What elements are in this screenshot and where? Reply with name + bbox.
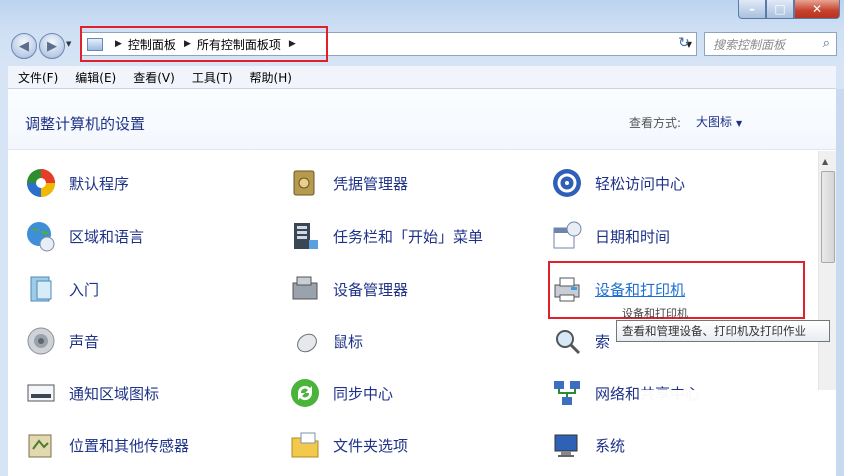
menu-file[interactable]: 文件(F) [18, 69, 58, 86]
item-location-sensors[interactable]: 位置和其他传感器 [25, 430, 189, 460]
item-label[interactable]: 日期和时间 [595, 226, 670, 247]
item-date-time[interactable]: 日期和时间 [551, 221, 670, 251]
item-label[interactable]: 默认程序 [69, 173, 129, 194]
item-label[interactable]: 任务栏和「开始」菜单 [333, 226, 483, 247]
address-bar[interactable]: ▶ 控制面板 ▶ 所有控制面板项 ▶ ▼ [80, 32, 697, 56]
item-mouse[interactable]: 鼠标 [289, 326, 363, 356]
view-by-value[interactable]: 大图标 [696, 115, 732, 129]
getting-started-icon [25, 273, 57, 305]
item-system[interactable]: 系统 [551, 430, 625, 460]
search-icon[interactable]: ⌕ [823, 36, 830, 51]
back-button[interactable]: ◀ [11, 33, 37, 59]
item-sync-center[interactable]: 同步中心 [289, 378, 393, 408]
item-getting-started[interactable]: 入门 [25, 274, 99, 304]
window-right-border [836, 89, 844, 476]
search-input[interactable] [711, 34, 815, 56]
breadcrumb-all-items[interactable]: 所有控制面板项 [197, 36, 281, 53]
minimize-button[interactable]: – [738, 0, 766, 19]
close-button[interactable]: ✕ [794, 0, 840, 19]
breadcrumb-control-panel[interactable]: 控制面板 [128, 36, 176, 53]
menu-view[interactable]: 查看(V) [133, 69, 175, 86]
item-taskbar-start-menu[interactable]: 任务栏和「开始」菜单 [289, 221, 483, 251]
tooltip: 查看和管理设备、打印机及打印作业 [616, 320, 830, 342]
control-panel-icon [87, 37, 103, 51]
item-label[interactable]: 凭据管理器 [333, 173, 408, 194]
notification-area-icon [25, 377, 57, 409]
control-panel-window: – □ ✕ ◀ ▶ ▼ ▶ 控制面板 ▶ 所有控制面板项 ▶ ▼ ↻ ⌕ 文件(… [0, 0, 844, 476]
item-label[interactable]: 入门 [69, 279, 99, 300]
menu-tools[interactable]: 工具(T) [192, 69, 233, 86]
item-region-language[interactable]: 区域和语言 [25, 220, 144, 252]
refresh-icon[interactable]: ↻ [674, 35, 694, 53]
item-label[interactable]: 文件夹选项 [333, 435, 408, 456]
sync-icon [289, 377, 321, 409]
menu-edit[interactable]: 编辑(E) [75, 69, 116, 86]
search-box[interactable]: ⌕ [704, 32, 837, 56]
printer-icon [551, 273, 583, 305]
item-credential-manager[interactable]: 凭据管理器 [289, 168, 408, 198]
device-manager-icon [289, 273, 321, 305]
menu-bar: 文件(F) 编辑(E) 查看(V) 工具(T) 帮助(H) [8, 66, 836, 89]
history-dropdown-icon[interactable]: ▼ [66, 40, 74, 50]
tooltip-title: 设备和打印机 [622, 307, 688, 320]
item-default-programs[interactable]: 默认程序 [25, 168, 129, 198]
item-notification-icons[interactable]: 通知区域图标 [25, 378, 159, 408]
menu-help[interactable]: 帮助(H) [250, 69, 292, 86]
chevron-down-icon[interactable]: ▼ [736, 119, 742, 128]
item-device-manager[interactable]: 设备管理器 [289, 274, 408, 304]
item-label[interactable]: 设备管理器 [333, 279, 408, 300]
magnifier-icon [551, 325, 583, 357]
taskbar-icon [289, 220, 321, 252]
tooltip-text: 查看和管理设备、打印机及打印作业 [622, 324, 806, 338]
breadcrumb: ▶ 控制面板 ▶ 所有控制面板项 ▶ [107, 36, 302, 53]
header-banner: 调整计算机的设置 查看方式: 大图标 ▼ [8, 89, 836, 150]
item-label[interactable]: 同步中心 [333, 383, 393, 404]
caption-buttons: – □ ✕ [738, 0, 840, 19]
watermark-overlay [640, 390, 844, 476]
item-label[interactable]: 区域和语言 [69, 226, 144, 247]
breadcrumb-separator-icon[interactable]: ▶ [115, 39, 122, 49]
item-label[interactable]: 索 [595, 331, 610, 352]
breadcrumb-separator-icon[interactable]: ▶ [184, 39, 191, 49]
item-label[interactable]: 声音 [69, 331, 99, 352]
item-label[interactable]: 鼠标 [333, 331, 363, 352]
scrollbar-thumb[interactable] [821, 171, 835, 263]
item-label[interactable]: 设备和打印机 [595, 279, 685, 300]
location-sensors-icon [25, 429, 57, 461]
item-label[interactable]: 系统 [595, 435, 625, 456]
item-ease-of-access[interactable]: 轻松访问中心 [551, 168, 685, 198]
page-title: 调整计算机的设置 [25, 115, 146, 133]
item-indexing-options[interactable]: 索 [551, 326, 610, 356]
item-label[interactable]: 位置和其他传感器 [69, 435, 189, 456]
folder-icon [289, 429, 321, 461]
item-sound[interactable]: 声音 [25, 326, 99, 356]
speaker-icon [25, 325, 57, 357]
calendar-clock-icon [551, 220, 583, 252]
back-arrow-icon: ◀ [19, 38, 29, 54]
view-by-label: 查看方式: [629, 116, 682, 130]
maximize-button[interactable]: □ [766, 0, 794, 19]
vault-icon [289, 167, 321, 199]
globe-clock-icon [25, 220, 57, 252]
ease-of-access-icon [551, 167, 583, 199]
item-devices-printers[interactable]: 设备和打印机 [551, 274, 685, 304]
item-label[interactable]: 通知区域图标 [69, 383, 159, 404]
forward-arrow-icon: ▶ [47, 38, 57, 54]
scroll-up-icon[interactable]: ▲ [822, 157, 828, 166]
system-icon [551, 429, 583, 461]
breadcrumb-separator-icon[interactable]: ▶ [289, 39, 296, 49]
item-label[interactable]: 轻松访问中心 [595, 173, 685, 194]
network-icon [551, 377, 583, 409]
mouse-icon [289, 325, 321, 357]
item-folder-options[interactable]: 文件夹选项 [289, 430, 408, 460]
default-programs-icon [25, 167, 57, 199]
forward-button[interactable]: ▶ [39, 33, 65, 59]
view-by-dropdown[interactable]: 大图标 ▼ [696, 113, 742, 130]
